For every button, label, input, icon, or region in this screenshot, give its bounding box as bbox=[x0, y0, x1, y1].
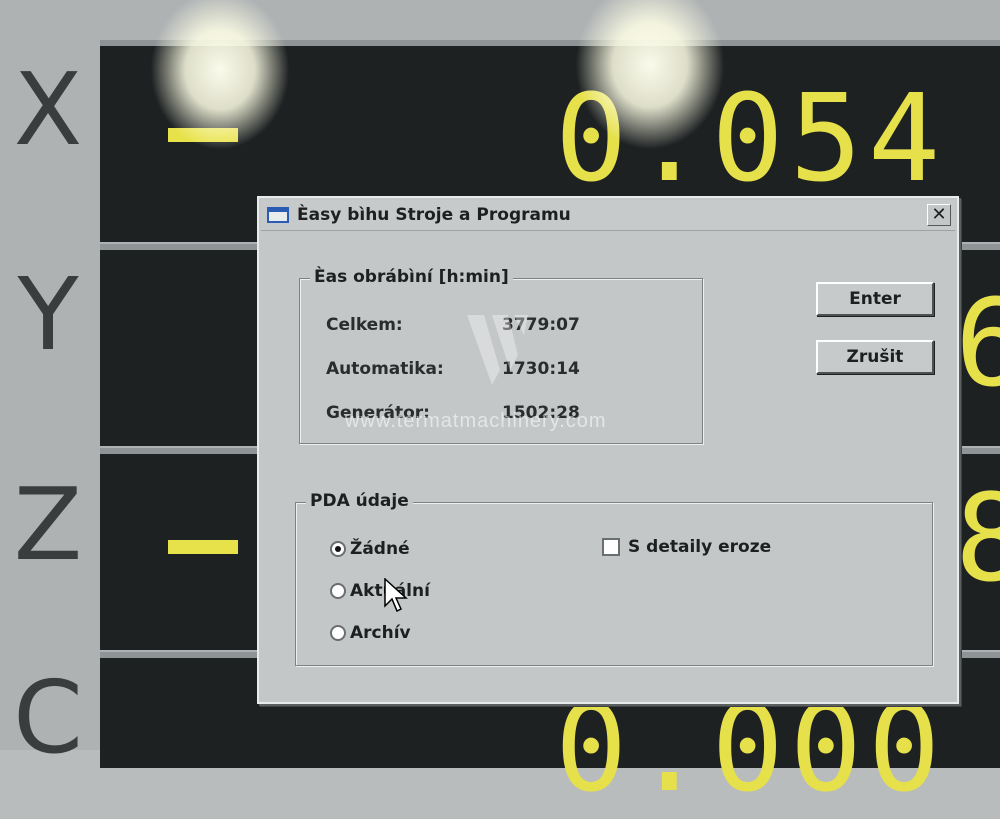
axis-value-z: 8 bbox=[955, 470, 1000, 609]
axis-value-c: 0.000 bbox=[555, 680, 947, 819]
cancel-button[interactable]: Zrušit bbox=[816, 340, 934, 374]
axis-letter-x: X bbox=[13, 51, 83, 168]
axis-letter-y: Y bbox=[17, 256, 79, 373]
machine-time-dialog: Èasy bìhu Stroje a Programu ✕ Èas obrábì… bbox=[257, 196, 959, 704]
radio-option-archive[interactable]: Archív bbox=[330, 623, 411, 643]
stat-label-automatic: Automatika: bbox=[326, 359, 444, 379]
dialog-title: Èasy bìhu Stroje a Programu bbox=[297, 205, 571, 225]
radio-label-none: Žádné bbox=[350, 539, 410, 559]
axis-letter-c: C bbox=[13, 659, 83, 776]
radio-button-none[interactable] bbox=[330, 541, 346, 557]
window-icon bbox=[267, 207, 289, 223]
watermark-logo-icon bbox=[467, 315, 528, 385]
watermark-text: www.termatmachinery.com bbox=[345, 410, 607, 432]
radio-option-none[interactable]: Žádné bbox=[330, 539, 410, 559]
axis-value-y: 6 bbox=[955, 275, 1000, 414]
radio-button-archive[interactable] bbox=[330, 625, 346, 641]
pda-data-group-label: PDA údaje bbox=[306, 491, 413, 511]
enter-button[interactable]: Enter bbox=[816, 282, 934, 316]
stat-label-total: Celkem: bbox=[326, 315, 403, 335]
dialog-titlebar[interactable]: Èasy bìhu Stroje a Programu ✕ bbox=[261, 200, 955, 231]
erosion-details-label: S detaily eroze bbox=[628, 537, 772, 557]
machining-time-group-label: Èas obrábìní [h:min] bbox=[310, 267, 513, 287]
erosion-details-option[interactable]: S detaily eroze bbox=[602, 537, 771, 557]
erosion-details-checkbox[interactable] bbox=[602, 538, 620, 556]
radio-label-archive: Archív bbox=[350, 623, 411, 643]
radio-button-current[interactable] bbox=[330, 583, 346, 599]
radio-option-current[interactable]: Aktuální bbox=[330, 581, 430, 601]
close-button[interactable]: ✕ bbox=[927, 204, 951, 226]
axis-sign-z bbox=[168, 540, 238, 554]
mouse-cursor-icon bbox=[384, 578, 408, 613]
axis-letter-z: Z bbox=[13, 466, 83, 583]
